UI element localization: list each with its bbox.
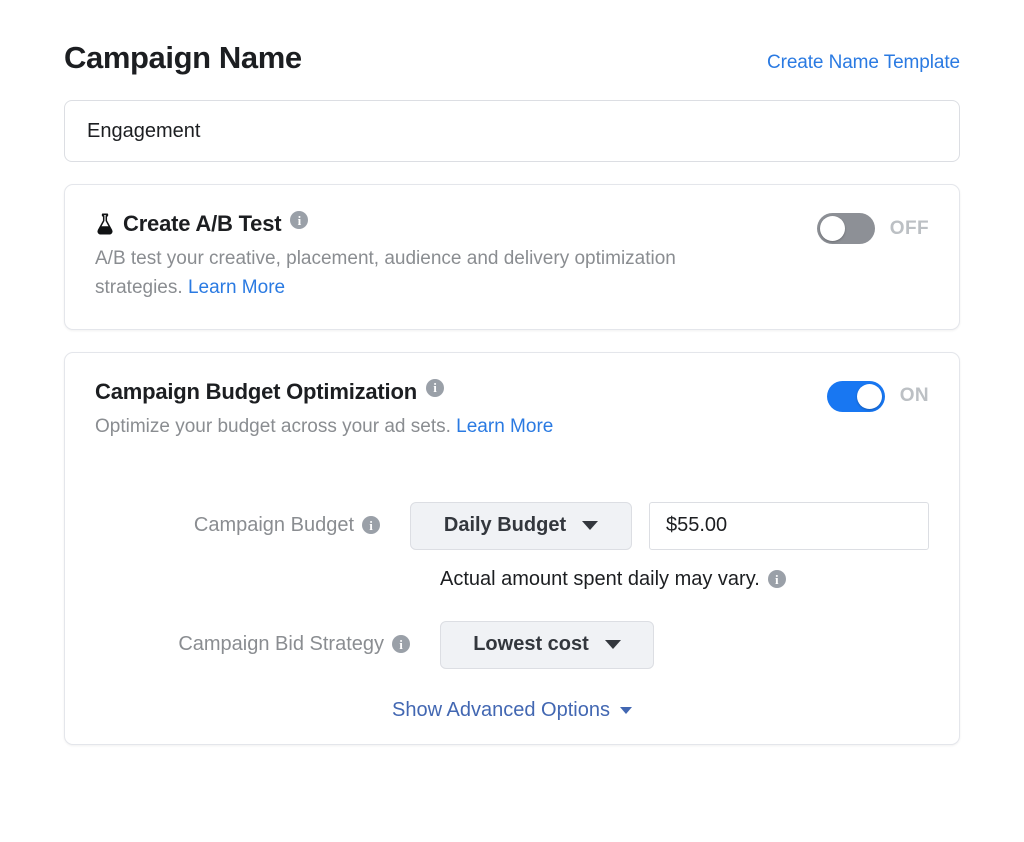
campaign-budget-optimization-card: Campaign Budget Optimization i Optimize …: [64, 352, 960, 745]
info-icon[interactable]: i: [362, 516, 380, 534]
info-icon[interactable]: i: [290, 211, 308, 229]
cbo-toggle-label: ON: [900, 385, 929, 407]
campaign-budget-label-text: Campaign Budget: [194, 514, 354, 537]
budget-amount-value: $55.00: [666, 514, 727, 537]
chevron-down-icon: [582, 521, 598, 530]
cbo-title: Campaign Budget Optimization: [95, 379, 417, 405]
budget-note-row: Actual amount spent daily may vary. i: [440, 568, 929, 591]
campaign-budget-row: Campaign Budget i Daily Budget $55.00: [95, 502, 929, 550]
campaign-bid-strategy-fields: Lowest cost: [440, 621, 654, 669]
bid-strategy-select[interactable]: Lowest cost: [440, 621, 654, 669]
cbo-form: Campaign Budget i Daily Budget $55.00 Ac…: [95, 502, 929, 722]
campaign-budget-fields: Daily Budget $55.00: [410, 502, 929, 550]
budget-type-select[interactable]: Daily Budget: [410, 502, 632, 550]
cbo-description-text: Optimize your budget across your ad sets…: [95, 416, 451, 437]
info-icon[interactable]: i: [426, 379, 444, 397]
ab-test-card-header: Create A/B Test i A/B test your creative…: [95, 211, 929, 303]
campaign-bid-strategy-label: Campaign Bid Strategy i: [95, 621, 440, 656]
ab-test-title: Create A/B Test: [123, 211, 281, 237]
toggle-knob: [820, 216, 845, 241]
flask-icon: [95, 213, 115, 235]
budget-note-text: Actual amount spent daily may vary.: [440, 568, 760, 591]
ab-test-toggle-wrap: OFF: [817, 211, 929, 244]
show-advanced-options-link[interactable]: Show Advanced Options: [392, 699, 610, 722]
info-icon[interactable]: i: [392, 635, 410, 653]
cbo-learn-more-link[interactable]: Learn More: [456, 416, 553, 437]
header: Campaign Name Create Name Template: [64, 0, 960, 76]
cbo-card-header-left: Campaign Budget Optimization i Optimize …: [95, 379, 827, 442]
ab-test-description: A/B test your creative, placement, audie…: [95, 245, 695, 303]
cbo-description: Optimize your budget across your ad sets…: [95, 413, 807, 442]
toggle-knob: [857, 384, 882, 409]
ab-test-card-header-left: Create A/B Test i A/B test your creative…: [95, 211, 817, 303]
create-name-template-link[interactable]: Create Name Template: [767, 52, 960, 74]
campaign-budget-label: Campaign Budget i: [95, 502, 410, 537]
campaign-bid-strategy-label-text: Campaign Bid Strategy: [178, 633, 384, 656]
bid-strategy-value: Lowest cost: [473, 633, 589, 656]
campaign-name-panel: Campaign Name Create Name Template Engag…: [0, 0, 1024, 842]
ab-test-toggle-label: OFF: [890, 218, 929, 240]
budget-amount-input[interactable]: $55.00: [649, 502, 929, 550]
cbo-toggle-wrap: ON: [827, 379, 929, 412]
ab-test-description-text: A/B test your creative, placement, audie…: [95, 248, 676, 298]
ab-test-title-row: Create A/B Test i: [95, 211, 797, 237]
ab-test-toggle[interactable]: [817, 213, 875, 244]
cbo-card-header: Campaign Budget Optimization i Optimize …: [95, 379, 929, 442]
ab-test-card: Create A/B Test i A/B test your creative…: [64, 184, 960, 330]
show-advanced-options-row: Show Advanced Options: [95, 699, 929, 722]
budget-type-value: Daily Budget: [444, 514, 566, 537]
chevron-down-icon: [605, 640, 621, 649]
cbo-title-row: Campaign Budget Optimization i: [95, 379, 807, 405]
ab-test-learn-more-link[interactable]: Learn More: [188, 277, 285, 298]
campaign-bid-strategy-row: Campaign Bid Strategy i Lowest cost: [95, 621, 929, 669]
campaign-name-value: Engagement: [87, 120, 200, 143]
chevron-down-icon: [620, 707, 632, 714]
page-title: Campaign Name: [64, 40, 302, 76]
campaign-name-input[interactable]: Engagement: [64, 100, 960, 162]
info-icon[interactable]: i: [768, 570, 786, 588]
cbo-toggle[interactable]: [827, 381, 885, 412]
